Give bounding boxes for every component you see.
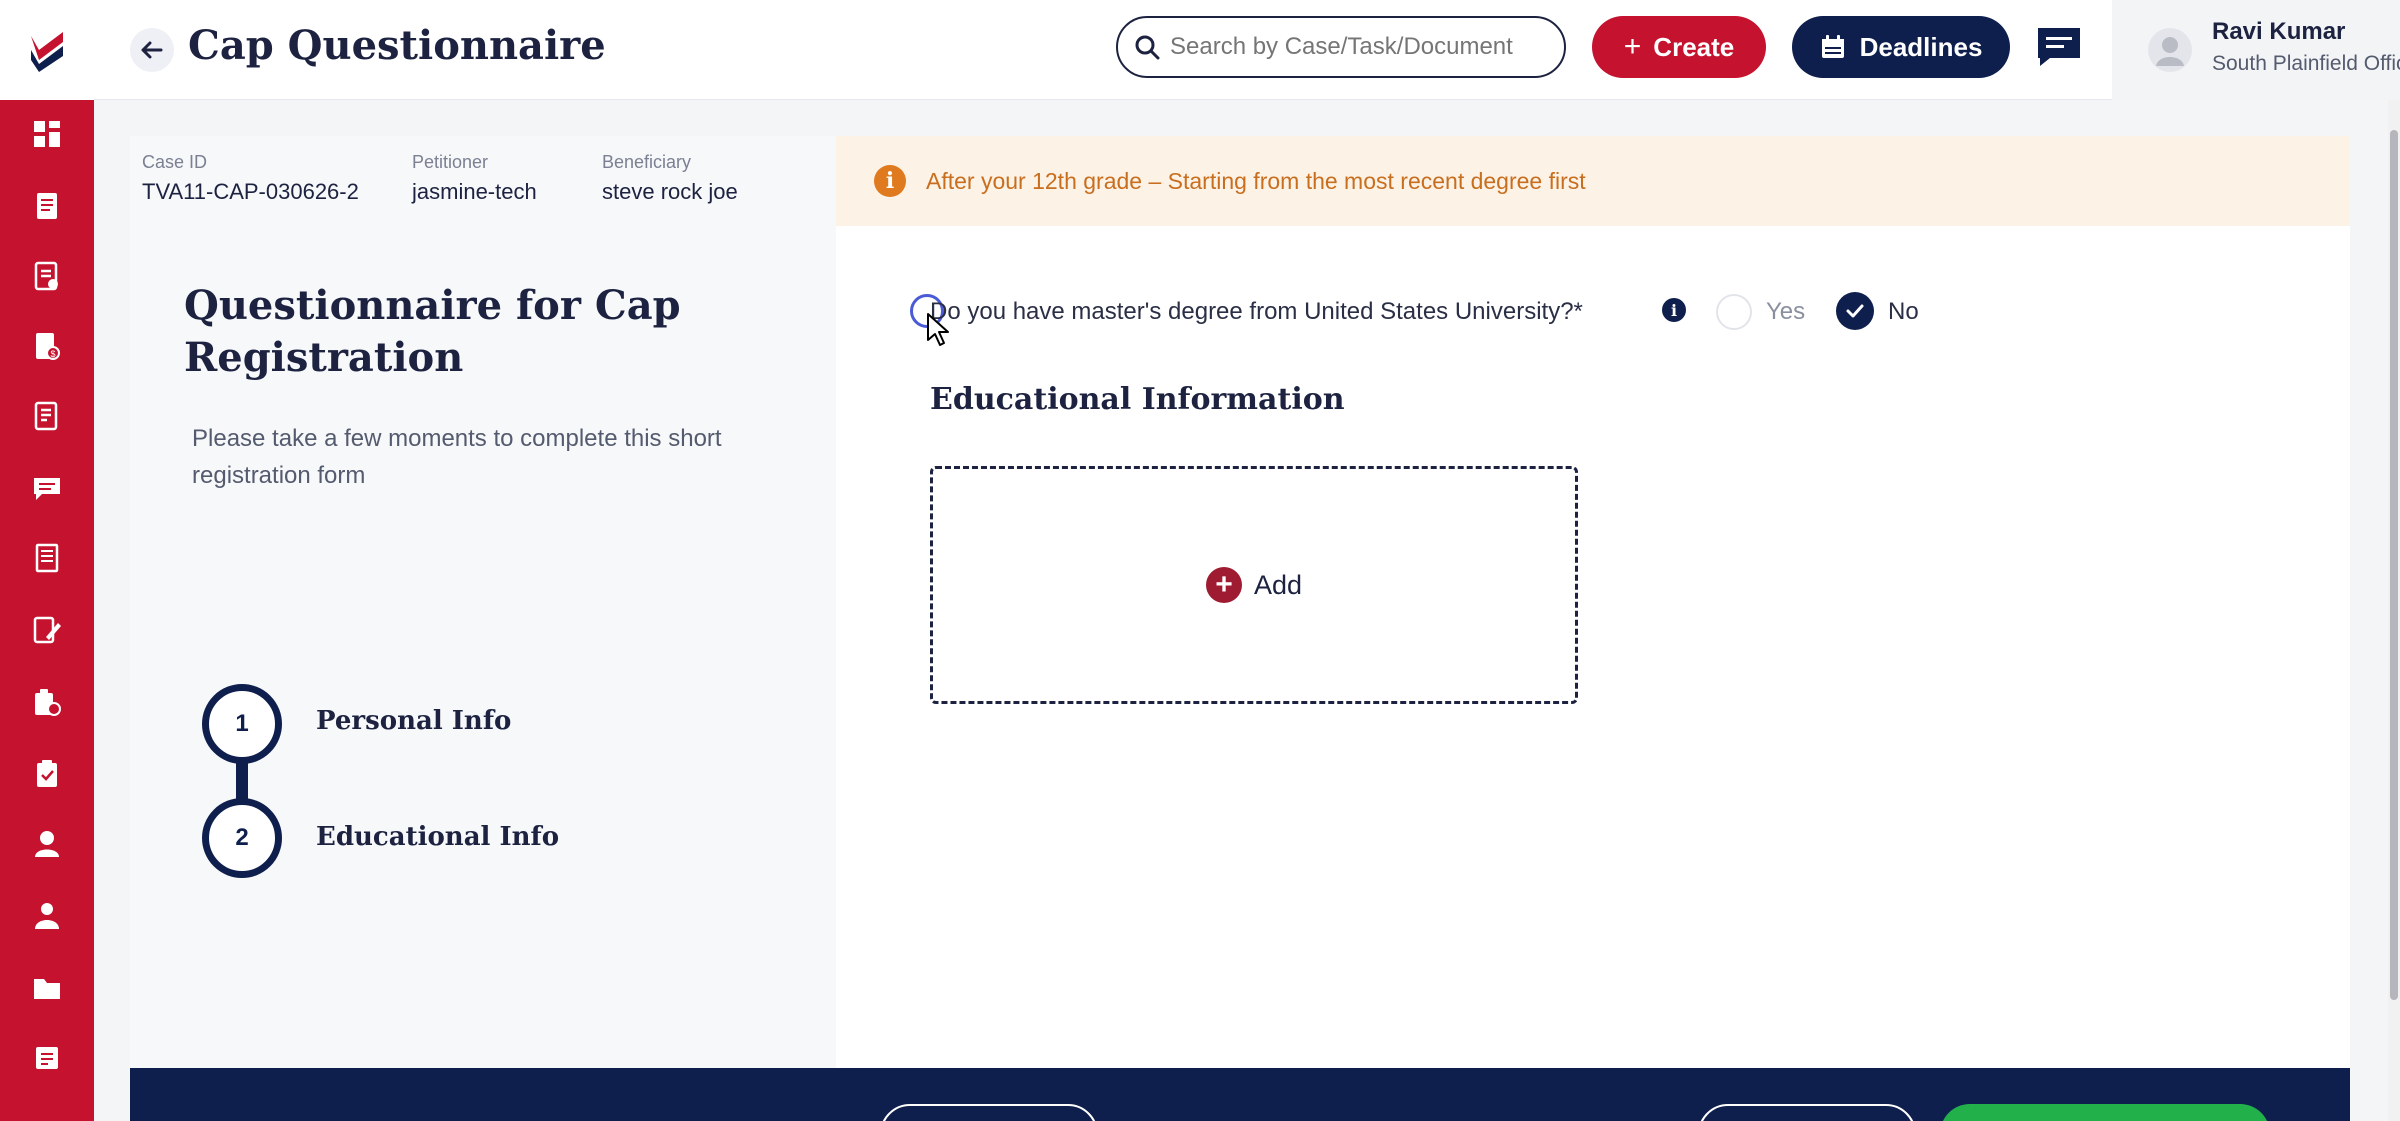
user-profile[interactable]: Ravi Kumar South Plainfield Office bbox=[2112, 0, 2400, 100]
save-draft-button[interactable] bbox=[1698, 1104, 1916, 1121]
add-label: Add bbox=[1253, 569, 1303, 600]
plus-circle-icon: + bbox=[1205, 567, 1242, 603]
step-2-circle[interactable]: 2 bbox=[202, 798, 282, 878]
deadlines-button[interactable]: Deadlines bbox=[1792, 16, 2010, 78]
sidebar-notes-icon[interactable] bbox=[27, 1038, 67, 1078]
page-title: Cap Questionnaire bbox=[188, 22, 606, 69]
arrow-left-icon bbox=[141, 41, 163, 59]
case-id-label: Case ID bbox=[142, 152, 208, 172]
calendar-icon bbox=[1821, 35, 1844, 58]
petitioner-value: jasmine-tech bbox=[412, 179, 537, 204]
sidebar-user-icon[interactable] bbox=[27, 824, 67, 864]
scrollbar-thumb[interactable] bbox=[2390, 130, 2398, 1000]
sidebar-billing-icon[interactable]: $ bbox=[27, 326, 67, 366]
bottom-action-bar bbox=[130, 1068, 2350, 1121]
next-button[interactable] bbox=[1940, 1104, 2270, 1121]
questionnaire-title: Questionnaire for Cap Registration bbox=[184, 282, 681, 381]
page-scrollbar[interactable] bbox=[2388, 100, 2400, 1121]
main-content: Case ID TVA11-CAP-030626-2 Petitioner ja… bbox=[130, 136, 2350, 1068]
search-box[interactable] bbox=[1116, 16, 1566, 78]
sidebar-book-icon[interactable] bbox=[27, 538, 67, 578]
add-education-button[interactable]: + Add bbox=[930, 466, 1578, 704]
beneficiary-value: steve rock joe bbox=[602, 179, 738, 204]
step-1-label[interactable]: Personal Info bbox=[316, 706, 511, 736]
search-icon bbox=[1135, 35, 1160, 60]
radio-yes[interactable] bbox=[1716, 294, 1752, 330]
create-button-label: Create bbox=[1653, 31, 1735, 62]
sidebar-task-icon[interactable] bbox=[27, 754, 67, 794]
sidebar-edit-icon[interactable] bbox=[27, 610, 67, 650]
step-2-label[interactable]: Educational Info bbox=[316, 822, 559, 852]
questionnaire-subtitle: Please take a few moments to complete th… bbox=[192, 425, 722, 489]
petitioner-label: Petitioner bbox=[412, 152, 489, 172]
sidebar-checklist-icon[interactable] bbox=[27, 256, 67, 296]
deadlines-button-label: Deadlines bbox=[1859, 31, 1983, 62]
beneficiary-label: Beneficiary bbox=[602, 152, 692, 172]
plus-icon: + bbox=[1623, 30, 1642, 63]
radio-no[interactable] bbox=[1836, 292, 1874, 330]
question-info-icon[interactable]: i bbox=[1662, 298, 1686, 322]
petitioner-group: Petitioner jasmine-tech bbox=[412, 152, 537, 205]
sidebar-document-icon[interactable] bbox=[27, 186, 67, 226]
search-input[interactable] bbox=[1170, 33, 1530, 61]
masters-question-text: Do you have master's degree from United … bbox=[930, 298, 1583, 325]
sidebar-case-icon[interactable] bbox=[27, 682, 67, 722]
sidebar-chat-icon[interactable] bbox=[27, 468, 67, 508]
svg-text:$: $ bbox=[50, 349, 55, 359]
avatar bbox=[2148, 28, 2192, 72]
sidebar-form-icon[interactable] bbox=[27, 396, 67, 436]
sidebar-dashboard-icon[interactable] bbox=[27, 114, 67, 154]
questionnaire-sidebar: Questionnaire for Cap Registration Pleas… bbox=[130, 226, 836, 1068]
top-header: Cap Questionnaire + Create Deadlines Rav… bbox=[94, 0, 2400, 100]
back-step-button[interactable] bbox=[880, 1104, 1098, 1121]
notice-text: After your 12th grade – Starting from th… bbox=[926, 167, 1586, 194]
educational-information-title: Educational Information bbox=[930, 382, 1345, 417]
case-info-bar: Case ID TVA11-CAP-030626-2 Petitioner ja… bbox=[130, 136, 836, 226]
case-id-group: Case ID TVA11-CAP-030626-2 bbox=[142, 152, 359, 205]
back-button[interactable] bbox=[130, 28, 174, 72]
user-office: South Plainfield Office bbox=[2212, 52, 2400, 75]
sidebar: $ bbox=[0, 0, 94, 1121]
sidebar-folder-icon[interactable] bbox=[27, 968, 67, 1008]
app-logo[interactable] bbox=[0, 0, 94, 100]
step-1-circle[interactable]: 1 bbox=[202, 684, 282, 764]
notice-banner: i After your 12th grade – Starting from … bbox=[836, 136, 2350, 226]
message-icon bbox=[2038, 28, 2080, 66]
beneficiary-group: Beneficiary steve rock joe bbox=[602, 152, 738, 205]
radio-yes-label[interactable]: Yes bbox=[1766, 298, 1805, 326]
radio-no-label[interactable]: No bbox=[1888, 298, 1919, 326]
check-icon bbox=[1846, 304, 1864, 318]
messages-button[interactable] bbox=[2034, 24, 2084, 70]
case-id-value: TVA11-CAP-030626-2 bbox=[142, 179, 359, 204]
questionnaire-form: Do you have master's degree from United … bbox=[836, 226, 2350, 1068]
info-icon: i bbox=[874, 165, 906, 197]
create-button[interactable]: + Create bbox=[1592, 16, 1766, 78]
logo-icon bbox=[31, 32, 63, 72]
step-connector bbox=[236, 760, 248, 800]
sidebar-team-icon[interactable] bbox=[27, 896, 67, 936]
user-name: Ravi Kumar bbox=[2212, 18, 2346, 45]
